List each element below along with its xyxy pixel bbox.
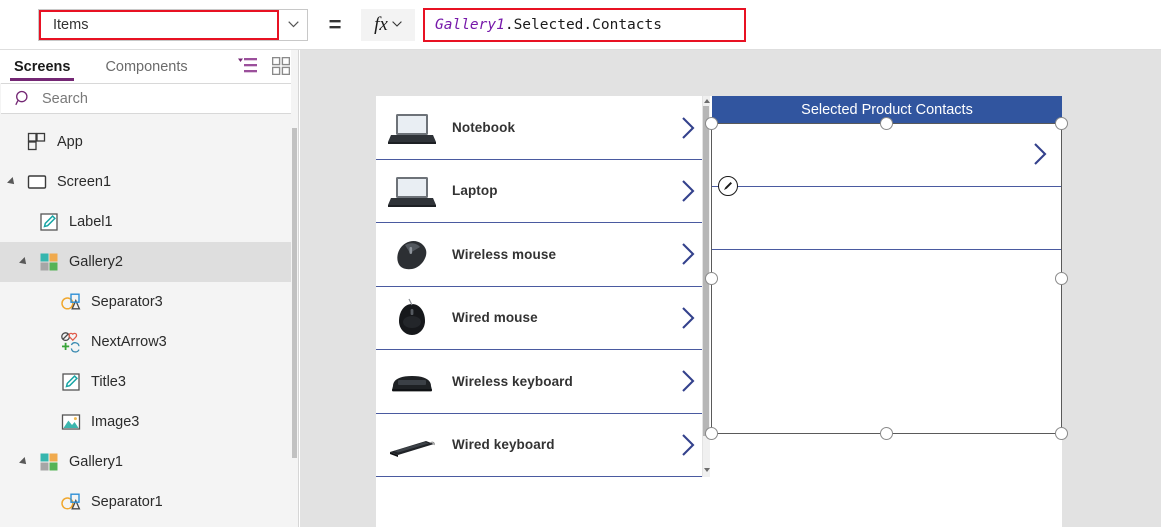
gallery1-item[interactable]: Wireless mouse [376, 223, 710, 287]
chevron-right-icon[interactable] [680, 368, 697, 394]
chevron-right-icon[interactable] [680, 305, 697, 331]
chevron-right-icon[interactable] [680, 432, 697, 458]
gallery-icon [40, 253, 58, 271]
grid-view-icon[interactable] [271, 56, 291, 76]
property-dropdown[interactable]: Items [38, 8, 308, 41]
search-placeholder: Search [42, 90, 88, 107]
gallery2-body[interactable] [712, 123, 1062, 477]
expand-collapse-icon[interactable] [19, 257, 29, 267]
gallery1-item[interactable]: Wired keyboard [376, 413, 710, 477]
scroll-up-icon[interactable] [704, 99, 710, 103]
tree-item-label: App [57, 134, 83, 150]
gallery1-item-title: Wired mouse [452, 310, 538, 326]
gallery2-header-label: Selected Product Contacts [712, 96, 1062, 123]
tree-item-image3[interactable]: Image3 [0, 402, 298, 442]
sidebar-view-toggles [238, 56, 291, 76]
component-tree: App Screen1 Label1 Gallery2 Separator3 NextAr… [0, 114, 298, 526]
tree-item-label: Title3 [91, 374, 126, 390]
gallery1-item[interactable]: Wired mouse [376, 286, 710, 350]
gallery1-item-title: Notebook [452, 120, 516, 136]
formula-identifier: Gallery1 [435, 16, 505, 33]
label-icon [40, 213, 58, 231]
tree-item-label: Label1 [69, 214, 113, 230]
app-canvas: Notebook Laptop Wireless mouse Wired mouse W… [300, 50, 1161, 527]
tab-components[interactable]: Components [101, 50, 191, 83]
tree-item-nextarrow3[interactable]: NextArrow3 [0, 322, 298, 362]
app-icon [27, 132, 46, 151]
gallery2-row[interactable] [712, 123, 1062, 187]
gallery1-item[interactable]: Wireless keyboard [376, 350, 710, 414]
scroll-down-icon[interactable] [704, 468, 710, 472]
wireless-mouse-photo [386, 234, 438, 274]
tree-item-title3[interactable]: Title3 [0, 362, 298, 402]
image-icon [61, 414, 81, 430]
separator-icon [61, 493, 81, 510]
gallery1-item[interactable]: Notebook [376, 96, 710, 160]
tree-item-label1[interactable]: Label1 [0, 202, 298, 242]
tree-item-label: Gallery1 [69, 454, 123, 470]
screen1-surface: Notebook Laptop Wireless mouse Wired mouse W… [376, 96, 1068, 527]
chevron-right-icon[interactable] [680, 178, 697, 204]
tree-view-sidebar: Screens Components Search App Screen1 La… [0, 50, 299, 527]
chevron-down-icon[interactable] [279, 9, 307, 40]
search-input[interactable]: Search [1, 83, 297, 114]
tree-item-label: Image3 [91, 414, 140, 430]
chevron-right-icon[interactable] [680, 115, 697, 141]
gallery1-scrollbar-thumb[interactable] [703, 106, 709, 436]
tree-item-screen1[interactable]: Screen1 [0, 162, 298, 202]
tree-item-separator3[interactable]: Separator3 [0, 282, 298, 322]
tree-item-label: Gallery2 [69, 254, 123, 270]
expand-collapse-icon[interactable] [19, 457, 29, 467]
wired-keyboard-photo [386, 425, 438, 465]
fx-button[interactable]: fx [361, 8, 415, 41]
gallery1-products[interactable]: Notebook Laptop Wireless mouse Wired mouse W… [376, 96, 710, 477]
label-icon [62, 373, 80, 391]
tree-item-gallery1[interactable]: Gallery1 [0, 442, 298, 482]
tree-item-label: NextArrow3 [91, 334, 167, 350]
formula-rest: .Selected.Contacts [504, 16, 662, 33]
fx-label: fx [374, 13, 388, 35]
sidebar-tabs: Screens Components [0, 50, 298, 83]
tree-item-label: Separator1 [91, 494, 163, 510]
property-dropdown-value[interactable]: Items [39, 9, 279, 40]
gallery2-contacts[interactable]: Selected Product Contacts [712, 96, 1062, 477]
formula-bar: Items = fx Gallery1 .Selected.Contacts [0, 0, 1161, 50]
wired-mouse-photo [386, 298, 438, 338]
power-apps-studio: Items = fx Gallery1 .Selected.Contacts Sc… [0, 0, 1161, 527]
gallery1-item-title: Wireless keyboard [452, 373, 573, 389]
tree-item-label: Screen1 [57, 174, 112, 190]
tree-item-separator1[interactable]: Separator1 [0, 482, 298, 522]
separator-icon [61, 293, 81, 310]
sidebar-scrollbar-thumb[interactable] [292, 128, 297, 458]
chevron-right-icon[interactable] [680, 241, 697, 267]
tree-item-gallery2[interactable]: Gallery2 [0, 242, 298, 282]
equals-sign: = [328, 11, 342, 37]
chevron-right-icon[interactable] [1032, 141, 1049, 167]
tree-view-icon[interactable] [238, 57, 258, 75]
formula-input[interactable]: Gallery1 .Selected.Contacts [423, 7, 746, 42]
gallery2-row[interactable] [712, 187, 1062, 250]
gallery-icon [40, 453, 58, 471]
nextarrow-icon [61, 332, 80, 353]
laptop-photo [386, 171, 438, 211]
gallery1-item[interactable]: Laptop [376, 159, 710, 223]
gallery1-item-title: Wireless mouse [452, 246, 557, 262]
tab-screens[interactable]: Screens [10, 50, 75, 83]
screen-icon [27, 175, 47, 189]
expand-collapse-icon[interactable] [7, 177, 17, 187]
search-icon [15, 90, 32, 107]
gallery1-item-title: Laptop [452, 183, 498, 199]
sidebar-scrollbar[interactable] [291, 50, 298, 527]
pencil-icon[interactable] [718, 176, 738, 196]
chevron-down-icon[interactable] [392, 19, 402, 30]
tree-item-label: Separator3 [91, 294, 163, 310]
gallery1-item-title: Wired keyboard [452, 437, 555, 453]
tree-item-app[interactable]: App [0, 122, 298, 162]
wireless-keyboard-photo [386, 361, 438, 401]
laptop-photo [386, 108, 438, 148]
